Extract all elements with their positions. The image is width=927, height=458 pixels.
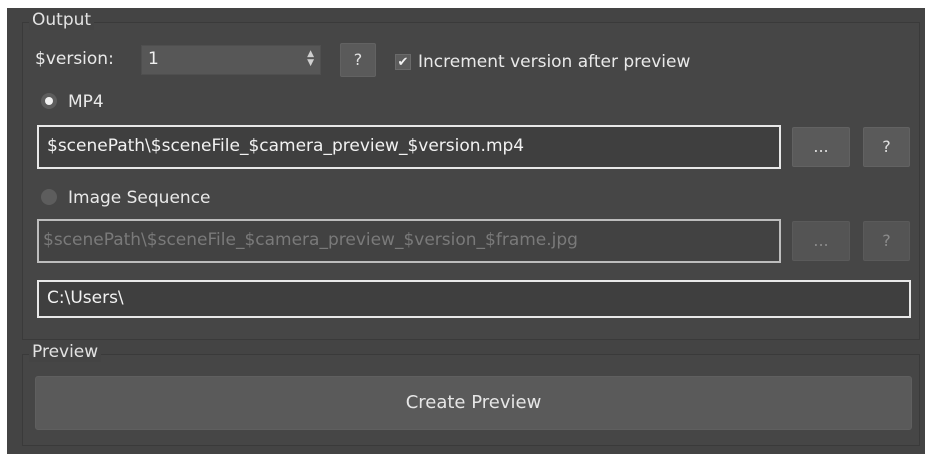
- version-help-button[interactable]: ?: [340, 43, 376, 77]
- create-preview-button[interactable]: Create Preview: [35, 376, 912, 430]
- version-value: 1: [148, 49, 159, 69]
- increment-version-label: Increment version after preview: [418, 52, 691, 72]
- version-label: $version:: [35, 49, 114, 69]
- dialog-panel: Output $version: 1 ▲ ▼ ? ✔ Increment vers…: [7, 8, 925, 454]
- image-sequence-help-button[interactable]: ?: [863, 221, 910, 261]
- resolved-path-field[interactable]: C:\Users\: [37, 280, 911, 318]
- preview-group-title: Preview: [29, 342, 102, 362]
- mp4-radio[interactable]: [41, 93, 57, 109]
- radio-selected-dot-icon: [45, 97, 53, 105]
- mp4-label: MP4: [68, 92, 104, 112]
- mp4-help-button[interactable]: ?: [863, 127, 910, 167]
- image-sequence-label: Image Sequence: [68, 188, 211, 208]
- image-sequence-browse-button[interactable]: ...: [792, 221, 850, 261]
- checkmark-icon: ✔: [397, 55, 409, 70]
- mp4-browse-button[interactable]: ...: [792, 127, 850, 167]
- version-spinner[interactable]: 1 ▲ ▼: [141, 45, 321, 75]
- spinner-arrows-icon[interactable]: ▲ ▼: [307, 50, 314, 68]
- increment-version-checkbox[interactable]: ✔: [395, 54, 411, 70]
- mp4-path-input[interactable]: $scenePath\$sceneFile_$camera_preview_$v…: [37, 125, 781, 169]
- output-group-title: Output: [29, 10, 95, 30]
- image-sequence-radio[interactable]: [41, 189, 57, 205]
- image-sequence-path-input[interactable]: $scenePath\$sceneFile_$camera_preview_$v…: [37, 219, 781, 263]
